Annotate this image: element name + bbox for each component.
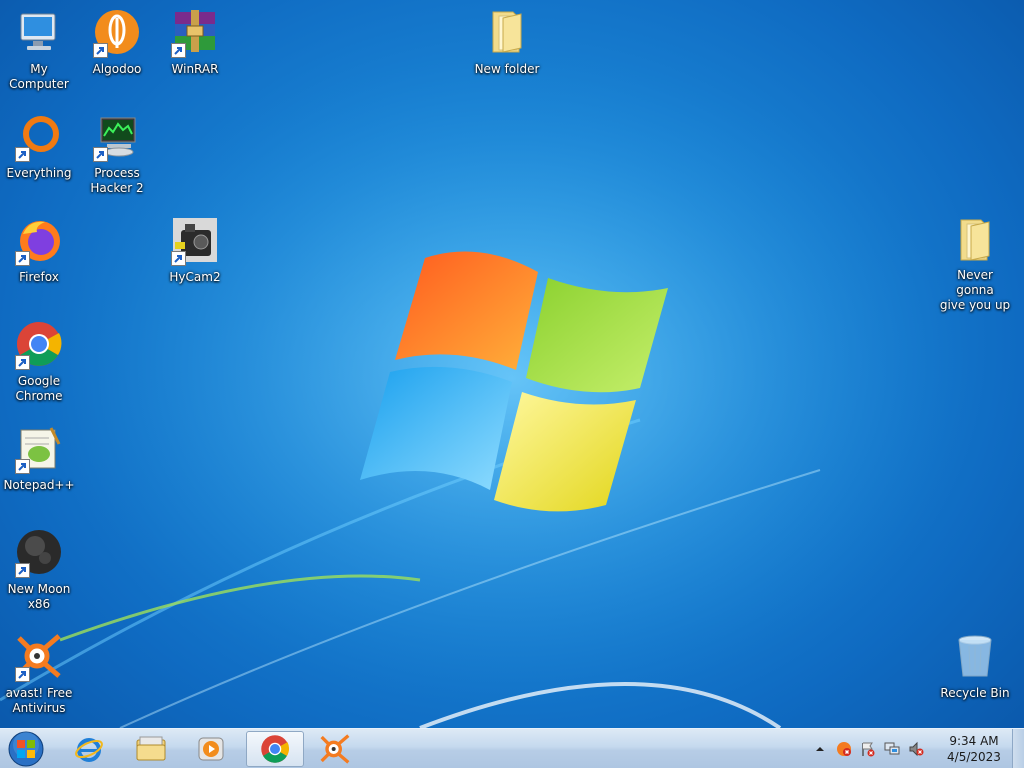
computer-icon (20, 13, 56, 50)
taskbar: 9:34 AM 4/5/2023 (0, 728, 1024, 768)
show-hidden-icons-icon (816, 747, 824, 751)
action-center-icon (862, 742, 875, 757)
shortcut-arrow-icon (171, 43, 186, 58)
desktop-icon-hycam2[interactable]: HyCam2 (157, 210, 233, 310)
shortcut-arrow-icon (93, 147, 108, 162)
desktop-icon-label: Recycle Bin (940, 686, 1010, 700)
taskbar-internet-explorer[interactable] (60, 731, 118, 767)
desktop-icon-avast[interactable]: avast! Free Antivirus (1, 626, 77, 726)
desktop-icon-label: New Moon x86 (7, 582, 71, 611)
desktop-icon-never-gonna-give-you-up[interactable]: Never gonna give you up (937, 210, 1013, 312)
desktop-icon-algodoo[interactable]: Algodoo (79, 2, 155, 102)
recycle-bin-icon (958, 635, 992, 677)
desktop-icon-label: Notepad++ (3, 478, 75, 492)
desktop-icon-label: WinRAR (171, 62, 219, 76)
show-hidden-icons-button[interactable] (811, 740, 829, 758)
shortcut-arrow-icon (15, 147, 30, 162)
shortcut-arrow-icon (15, 251, 30, 266)
file-explorer-icon (136, 736, 166, 761)
windows-logo-icon (8, 731, 44, 767)
shortcut-arrow-icon (15, 459, 30, 474)
desktop-icon-my-computer[interactable]: My Computer (1, 2, 77, 102)
start-button[interactable] (6, 730, 46, 768)
desktop-icon-label: Everything (6, 166, 72, 180)
taskbar-google-chrome[interactable] (246, 731, 304, 767)
desktop-icon-label: Google Chrome (15, 374, 63, 403)
shortcut-arrow-icon (15, 563, 30, 578)
desktop-icon-label: Never gonna give you up (939, 268, 1011, 312)
desktop-icon-new-moon[interactable]: New Moon x86 (1, 522, 77, 622)
shortcut-arrow-icon (171, 251, 186, 266)
internet-explorer-icon (75, 738, 103, 762)
show-desktop-button[interactable] (1012, 729, 1024, 768)
desktop-icon-label: My Computer (9, 62, 69, 91)
avast-tray-icon (837, 742, 851, 756)
chrome-icon (261, 735, 290, 763)
taskbar-avast[interactable] (306, 731, 364, 767)
desktop-icon-label: New folder (474, 62, 540, 76)
desktop-icon-label: Firefox (19, 270, 59, 284)
desktop-icon-label: HyCam2 (169, 270, 221, 284)
desktop-icon-process-hacker[interactable]: Process Hacker 2 (79, 106, 155, 206)
desktop-icon-winrar[interactable]: WinRAR (157, 2, 233, 102)
shortcut-arrow-icon (15, 667, 30, 682)
desktop-icon-notepadpp[interactable]: Notepad++ (1, 418, 77, 518)
taskbar-file-explorer[interactable] (122, 731, 180, 767)
system-tray: 9:34 AM 4/5/2023 (808, 729, 1010, 768)
clock-date: 4/5/2023 (947, 750, 1001, 764)
action-center-button[interactable] (859, 740, 877, 758)
clock-time: 9:34 AM (949, 734, 999, 748)
taskbar-media-player[interactable] (182, 731, 240, 767)
desktop-icon-recycle-bin[interactable]: Recycle Bin (937, 626, 1013, 726)
desktop-icon-new-folder[interactable]: New folder (469, 2, 545, 102)
desktop-icon-label: Algodoo (92, 62, 142, 76)
desktop-icon-firefox[interactable]: Firefox (1, 210, 77, 310)
volume-button[interactable] (907, 740, 925, 758)
network-button[interactable] (883, 740, 901, 758)
avast-tray-button[interactable] (835, 740, 853, 758)
desktop-icon-google-chrome[interactable]: Google Chrome (1, 314, 77, 414)
media-player-icon (198, 737, 224, 761)
desktop-icon-label: avast! Free Antivirus (5, 686, 73, 715)
desktop-icon-label: Process Hacker 2 (90, 166, 144, 195)
avast-icon (320, 734, 350, 764)
network-icon (884, 742, 900, 755)
desktop-icon-everything[interactable]: Everything (1, 106, 77, 206)
shortcut-arrow-icon (15, 355, 30, 370)
desktop[interactable]: My Computer Algodoo WinRAR New folder Ev… (0, 0, 1024, 728)
folder-icon (960, 219, 990, 261)
volume-muted-icon (909, 741, 924, 757)
shortcut-arrow-icon (93, 43, 108, 58)
folder-icon (492, 11, 522, 53)
clock[interactable]: 9:34 AM 4/5/2023 (938, 733, 1010, 765)
